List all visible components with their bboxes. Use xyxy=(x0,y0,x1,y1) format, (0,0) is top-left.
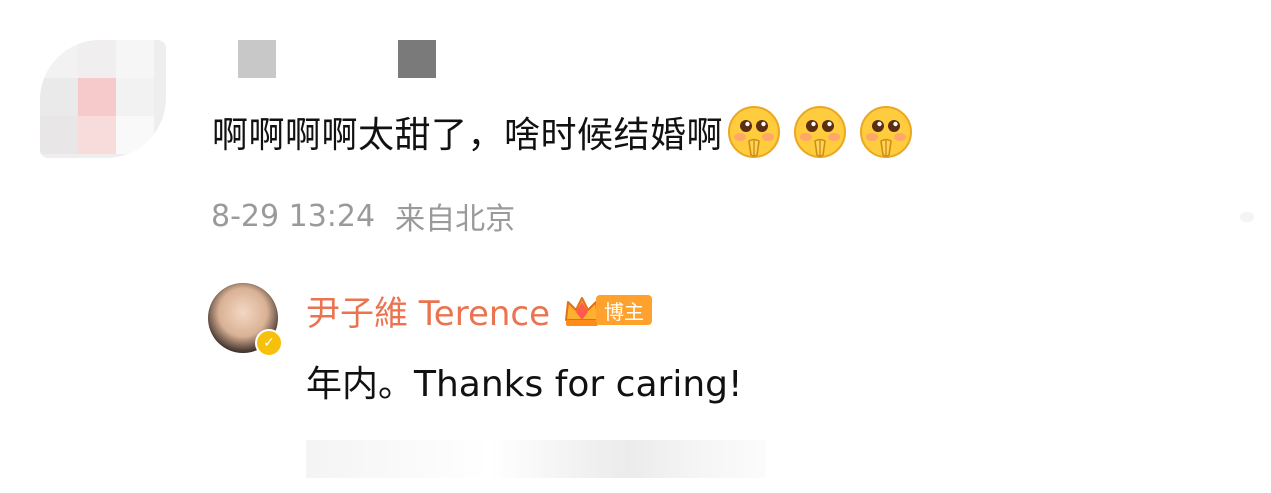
comment-meta: 8-29 13:24 来自北京 xyxy=(211,196,516,238)
reply-text: 年内。Thanks for caring! xyxy=(306,364,743,405)
pleading-emoji-icon xyxy=(860,106,913,158)
comment-location: 来自北京 xyxy=(395,202,516,237)
reply-meta-blurred xyxy=(306,440,766,478)
comment-text: 啊啊啊啊太甜了，啥时候结婚啊 xyxy=(212,104,913,160)
comment-timestamp: 8-29 13:24 xyxy=(211,198,376,234)
reply-author-row: 尹子維 Terence 博主 xyxy=(306,286,653,335)
pleading-emoji-icon xyxy=(794,106,847,158)
pleading-emoji-icon xyxy=(728,106,781,158)
reply-author-name[interactable]: 尹子維 Terence xyxy=(306,286,550,335)
reply-author-avatar[interactable]: ✓ xyxy=(208,283,283,357)
comment-body: 啊啊啊啊太甜了，啥时候结婚啊 xyxy=(212,115,724,156)
commenter-name-blurred[interactable] xyxy=(238,40,276,78)
verified-badge-icon: ✓ xyxy=(255,329,283,357)
commenter-avatar-blurred[interactable] xyxy=(40,40,166,158)
commenter-name-blurred[interactable] xyxy=(398,40,436,78)
more-options-icon[interactable] xyxy=(1240,212,1254,222)
blogger-badge: 博主 xyxy=(562,290,653,330)
blogger-badge-label: 博主 xyxy=(596,295,653,325)
